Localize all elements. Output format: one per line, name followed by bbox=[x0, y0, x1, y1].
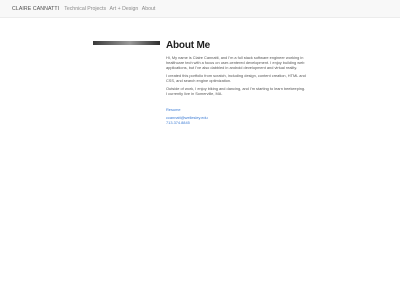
nav-link-about[interactable]: About bbox=[142, 6, 156, 12]
resume-link[interactable]: Resume bbox=[166, 107, 306, 112]
bio-paragraph: Hi, My name is Claire Cannatti, and I'm … bbox=[166, 55, 305, 71]
phone-link[interactable]: 713.374.8845 bbox=[166, 120, 306, 125]
nav-link-technical-projects[interactable]: Technical Projects bbox=[64, 6, 106, 12]
brand-link[interactable]: CLAIRE CANNATTI bbox=[12, 6, 59, 12]
about-section: About Me Hi, My name is Claire Cannatti,… bbox=[166, 40, 306, 125]
profile-photo bbox=[93, 41, 160, 45]
bio-paragraph: I created this portfolio from scratch, i… bbox=[166, 73, 306, 84]
nav-link-art-design[interactable]: Art + Design bbox=[110, 6, 139, 12]
bio-paragraph: Outside of work, I enjoy biking and danc… bbox=[166, 86, 306, 97]
top-navbar: CLAIRE CANNATTI Technical Projects Art +… bbox=[0, 0, 400, 18]
page-title: About Me bbox=[166, 40, 210, 51]
